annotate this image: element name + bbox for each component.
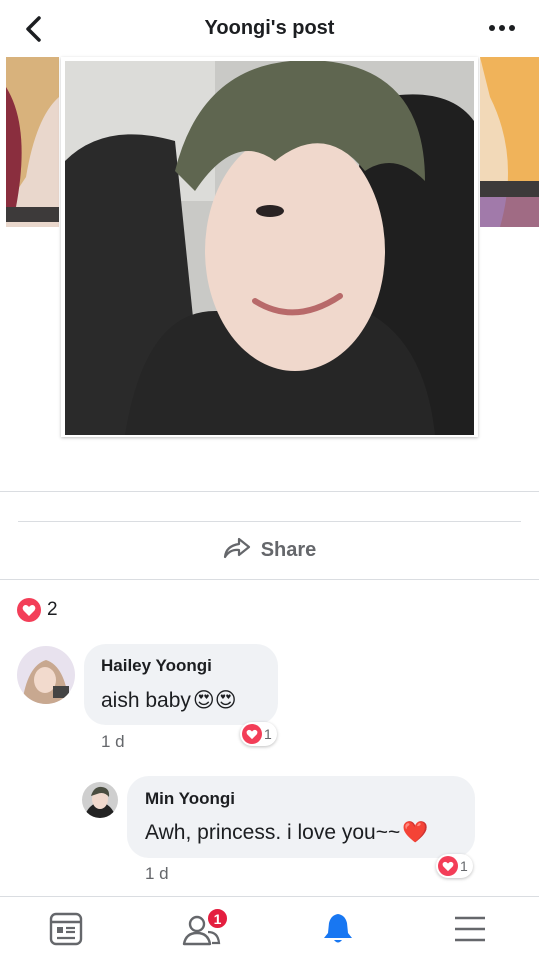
previous-photo[interactable]: [6, 57, 59, 227]
next-photo[interactable]: [480, 57, 539, 227]
comment-text-body: aish baby: [101, 688, 191, 712]
post-photo[interactable]: [61, 57, 478, 437]
red-heart-emoji: ❤️: [402, 821, 429, 844]
menu-icon[interactable]: [452, 911, 492, 947]
avatar[interactable]: [17, 646, 75, 704]
comment-time: 1 d: [101, 732, 125, 751]
share-button[interactable]: Share: [0, 522, 539, 579]
heart-icon: [438, 856, 458, 876]
more-icon[interactable]: [487, 16, 517, 40]
page-title: Yoongi's post: [204, 17, 335, 39]
divider: [0, 491, 539, 492]
comment-text: Awh, princess. i love you~~ ❤️: [145, 821, 428, 845]
comment-text: aish baby 😍😍: [101, 688, 237, 713]
reactions-summary[interactable]: 2: [17, 598, 58, 622]
news-feed-icon[interactable]: [48, 911, 88, 947]
divider: [0, 579, 539, 580]
tab-bar: 1: [0, 896, 539, 961]
friends-icon[interactable]: 1: [182, 907, 229, 947]
comment-reaction-count: 1: [460, 858, 468, 874]
photo-carousel[interactable]: [0, 57, 539, 492]
comment-author[interactable]: Hailey Yoongi: [101, 656, 212, 676]
reaction-count: 2: [47, 599, 58, 620]
comment-author[interactable]: Min Yoongi: [145, 789, 235, 809]
heart-eyes-emoji: 😍😍: [192, 689, 237, 712]
comment-reaction-count: 1: [264, 726, 272, 742]
share-icon: [223, 536, 251, 565]
header: Yoongi's post: [0, 0, 539, 58]
notification-badge: 1: [206, 907, 229, 930]
comment-reaction[interactable]: 1: [240, 722, 277, 746]
comment-text-body: Awh, princess. i love you~~: [145, 821, 401, 844]
comment-time: 1 d: [145, 864, 169, 883]
heart-icon: [17, 598, 41, 622]
share-label: Share: [260, 539, 317, 561]
avatar[interactable]: [82, 782, 118, 818]
comment-reaction[interactable]: 1: [436, 854, 473, 878]
notifications-icon[interactable]: [320, 911, 360, 947]
heart-icon: [242, 724, 262, 744]
